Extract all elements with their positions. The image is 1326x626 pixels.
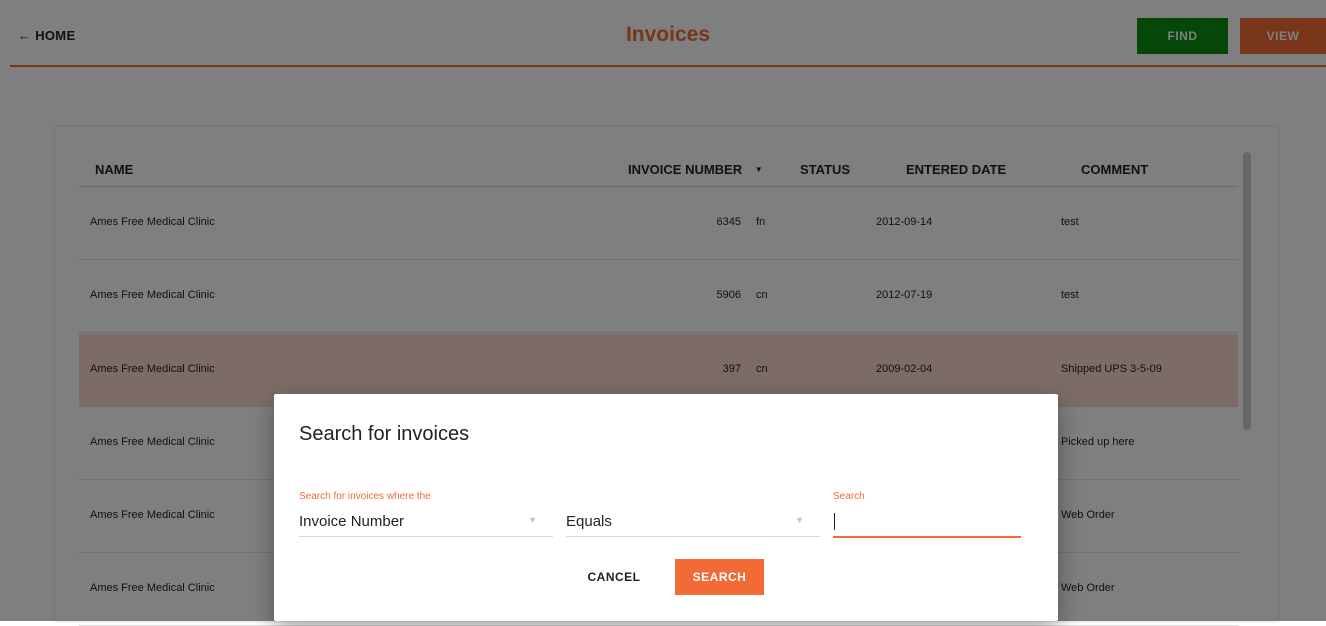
search-field-label: Search xyxy=(833,491,865,502)
text-cursor xyxy=(834,513,835,530)
cancel-button[interactable]: CANCEL xyxy=(574,559,654,595)
operator-select-value: Equals xyxy=(566,513,612,530)
dialog-title: Search for invoices xyxy=(299,423,470,445)
chevron-down-icon: ▼ xyxy=(528,515,537,525)
operator-select[interactable]: Equals ▼ xyxy=(566,506,820,537)
chevron-down-icon: ▼ xyxy=(795,515,804,525)
search-input[interactable] xyxy=(833,511,1019,531)
search-dialog: Search for invoices Search for invoices … xyxy=(274,394,1058,621)
field-select[interactable]: Invoice Number ▼ xyxy=(299,506,553,537)
field-select-value: Invoice Number xyxy=(299,513,405,530)
search-button[interactable]: SEARCH xyxy=(675,559,764,595)
field-select-label: Search for invoices where the xyxy=(299,491,431,502)
search-field[interactable] xyxy=(833,507,1021,538)
